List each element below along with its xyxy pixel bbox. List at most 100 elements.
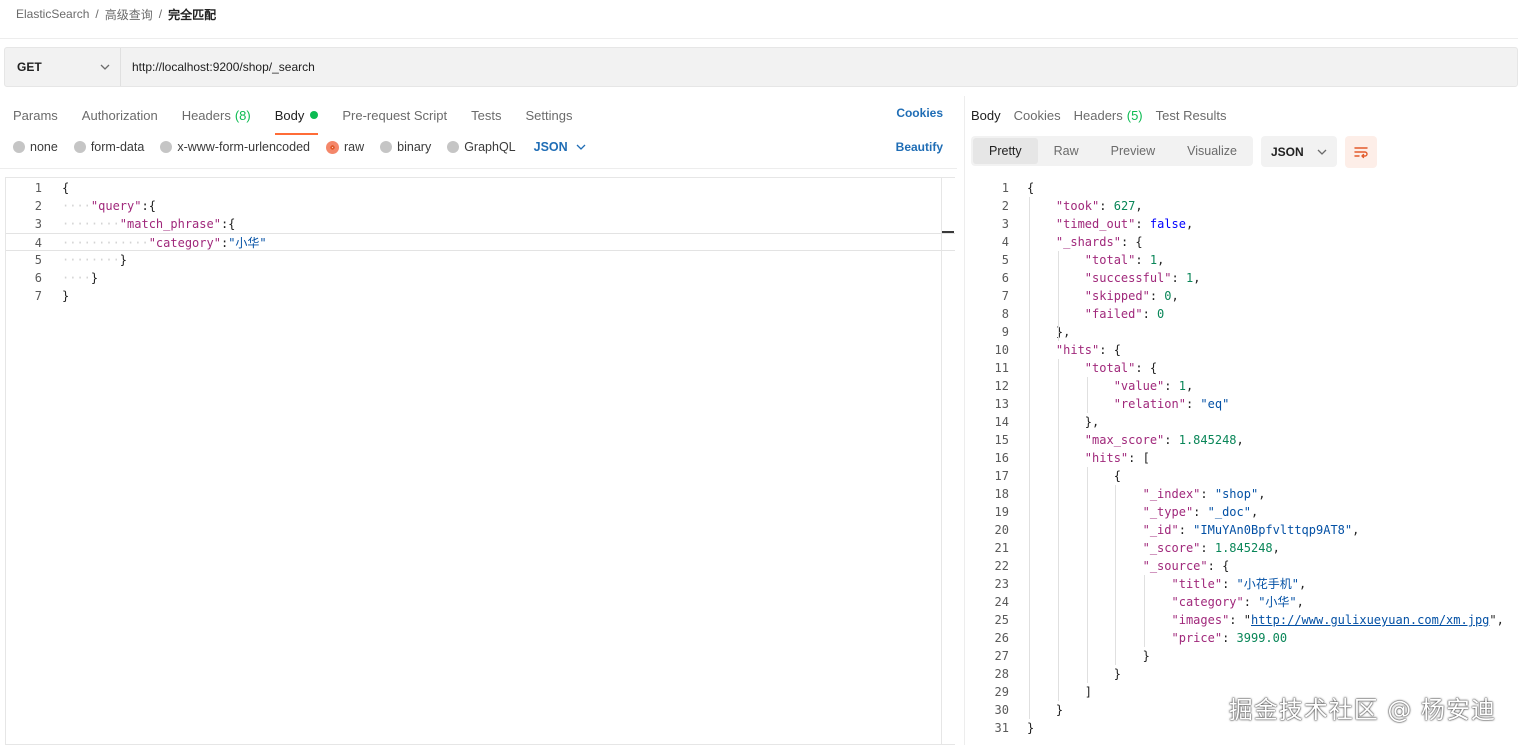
chevron-down-icon [100,64,110,70]
code-text: "title": "小花手机", [1171,577,1307,591]
radio-none[interactable]: none [13,140,58,154]
radio-circle[interactable] [13,141,25,153]
tab-pre-request-script[interactable]: Pre-request Script [342,104,447,126]
response-tab-body[interactable]: Body [971,104,1001,126]
request-body-editor[interactable]: 1{2 ····"query":{3 ········"match_phrase":… [5,177,955,745]
breadcrumb-separator: / [95,7,99,21]
code-line: 5 "total": 1, [965,251,1518,269]
code-line: 3 ········"match_phrase":{ [6,215,955,233]
tab-settings[interactable]: Settings [525,104,572,126]
line-number: 9 [1001,325,1009,339]
tab-label: Authorization [81,107,158,123]
indent-guide [1057,359,1059,701]
code-text: "total": 1, [1084,253,1165,267]
code-line: 15 "max_score": 1.845248, [965,431,1518,449]
code-text: "_shards": { [1055,235,1143,249]
code-text: ····} [62,271,99,285]
code-text: "successful": 1, [1084,271,1201,285]
line-number: 26 [994,631,1009,645]
code-line: 18 "_index": "shop", [965,485,1518,503]
code-text: }, [1027,415,1100,429]
tab-tests[interactable]: Tests [471,104,501,126]
line-number: 19 [994,505,1009,519]
response-format-label: JSON [1271,144,1304,159]
code-text: { [1027,469,1121,483]
code-line: 2 "took": 627, [965,197,1518,215]
view-mode-visualize[interactable]: Visualize [1171,138,1253,164]
tab-authorization[interactable]: Authorization [82,104,158,126]
indent-guide [1086,377,1088,413]
code-text: } [62,289,70,303]
line-number: 27 [994,649,1009,663]
radio-label: raw [344,140,365,154]
radio-raw[interactable]: raw [326,140,364,154]
radio-x-www-form-urlencoded[interactable]: x-www-form-urlencoded [160,140,310,154]
tab-body[interactable]: Body [274,104,319,135]
response-format-select[interactable]: JSON [1261,136,1337,167]
code-line: 20 "_id": "IMuYAn0Bpfvlttqp9AT8", [965,521,1518,539]
header-divider [0,38,1518,39]
radio-label: GraphQL [464,140,516,154]
radio-circle[interactable] [447,141,460,153]
line-number: 7 [34,289,42,303]
view-mode-pretty[interactable]: Pretty [973,138,1038,164]
line-number: 20 [994,523,1009,537]
code-text: "images": "http://www.gulixueyuan.com/xm… [1171,613,1504,627]
body-format-select[interactable]: JSON [534,140,586,154]
line-number: 5 [34,253,42,267]
code-text: } [1027,649,1150,663]
code-text: "timed_out": false, [1055,217,1194,231]
code-line: 19 "_type": "_doc", [965,503,1518,521]
code-text: "value": 1, [1113,379,1194,393]
code-text: { [1027,181,1035,195]
line-number: 10 [994,343,1009,357]
cookies-link[interactable]: Cookies [896,106,943,120]
tab-label: Settings [525,107,573,123]
code-line: 7} [6,287,955,305]
code-line: 14 }, [965,413,1518,431]
indent-guide [1115,485,1117,665]
beautify-button[interactable]: Beautify [896,140,943,154]
line-number: 21 [994,541,1009,555]
radio-circle[interactable] [73,141,86,153]
breadcrumb-current: 完全匹配 [168,7,217,22]
body-type-options: none form-data x-www-form-urlencoded raw bin… [13,139,586,155]
radio-graphql[interactable]: GraphQL [447,140,516,154]
code-text: "max_score": 1.845248, [1084,433,1244,447]
method-select[interactable]: GET [5,48,121,86]
code-text: "price": 3999.00 [1171,631,1288,645]
code-text: "_type": "_doc", [1142,505,1259,519]
tab-headers[interactable]: Headers (8) [182,104,251,126]
response-tab-cookies[interactable]: Cookies [1014,104,1061,126]
code-text: { [62,181,70,195]
code-text: "skipped": 0, [1084,289,1179,303]
tab-params[interactable]: Params [13,104,58,126]
radio-label: x-www-form-urlencoded [177,140,310,154]
radio-circle[interactable] [326,140,339,154]
radio-circle[interactable] [160,141,173,153]
response-tab-test-results[interactable]: Test Results [1156,104,1227,126]
code-text: "_index": "shop", [1142,487,1266,501]
response-tab-headers[interactable]: Headers (5) [1074,104,1143,126]
indent-guide [1144,575,1146,647]
request-url-bar: GET http://localhost:9200/shop/_search [4,47,1518,87]
response-body-viewer[interactable]: 1{2 "took": 627, 3 "timed_out": false, 4 "… [965,178,1518,745]
line-number: 29 [994,685,1009,699]
line-number: 18 [994,487,1009,501]
line-number: 2 [34,199,42,213]
radio-form-data[interactable]: form-data [73,140,144,154]
code-line: 27 } [965,647,1518,665]
url-input[interactable]: http://localhost:9200/shop/_search [121,60,315,74]
breadcrumb-mid[interactable]: 高级查询 [105,6,153,23]
wrap-lines-button[interactable] [1345,136,1377,168]
code-line: 21 "_score": 1.845248, [965,539,1518,557]
breadcrumb-root[interactable]: ElasticSearch [16,7,89,21]
view-mode-preview[interactable]: Preview [1095,138,1171,164]
line-number: 13 [994,397,1009,411]
line-number: 8 [1001,307,1009,321]
radio-binary[interactable]: binary [380,140,431,154]
code-text: ············"category":"小华" [62,236,267,250]
radio-circle[interactable] [380,141,393,153]
view-mode-raw[interactable]: Raw [1038,138,1095,164]
code-line: 11 "total": { [965,359,1518,377]
